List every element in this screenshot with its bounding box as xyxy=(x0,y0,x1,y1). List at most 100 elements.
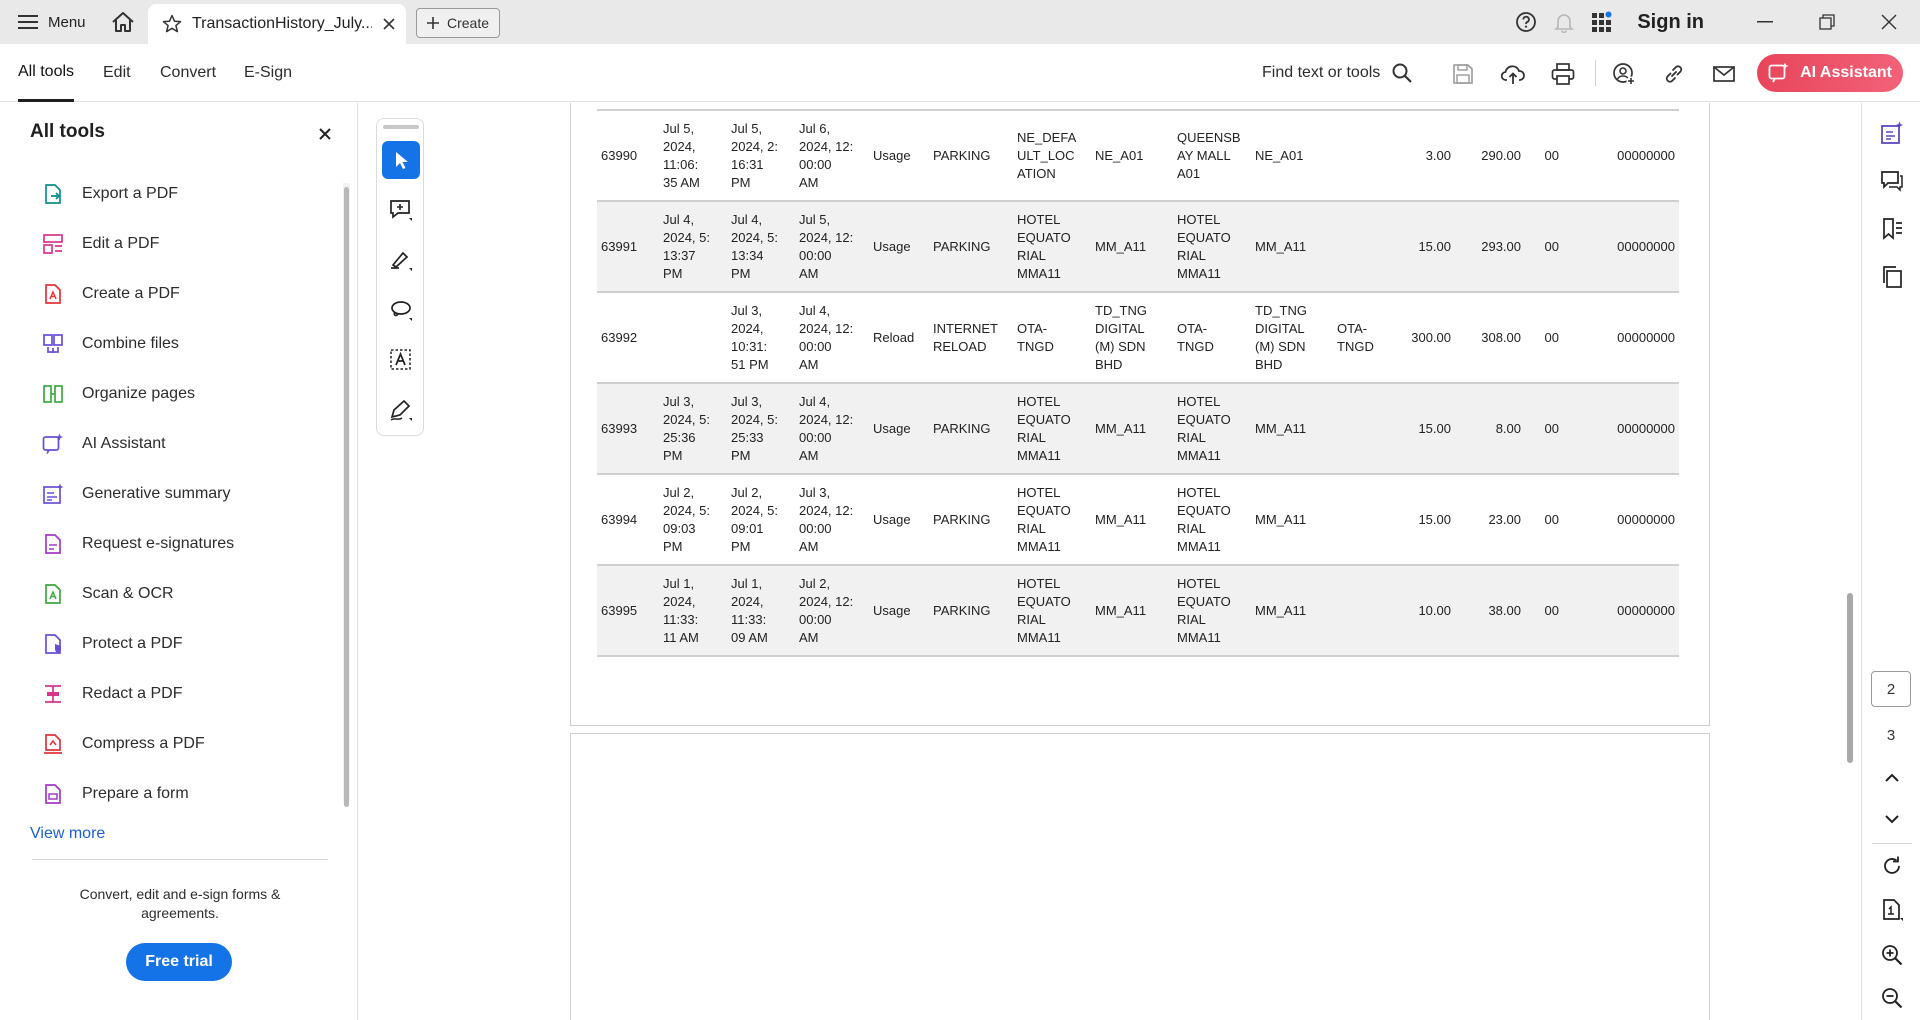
close-tab-icon[interactable] xyxy=(382,17,396,31)
tab-edit[interactable]: Edit xyxy=(103,44,131,102)
tool-request-esignatures[interactable]: Request e-signatures xyxy=(0,519,340,569)
quick-tools-bar xyxy=(376,118,424,436)
tool-edit-pdf[interactable]: Edit a PDF xyxy=(0,219,340,269)
free-trial-button[interactable]: Free trial xyxy=(126,943,232,981)
tool-label: Generative summary xyxy=(82,485,231,502)
tool-generative-summary[interactable]: Generative summary xyxy=(0,469,340,519)
table-cell: HOTEL EQUATO RIAL MMA11 xyxy=(1177,575,1231,645)
table-cell xyxy=(659,292,727,383)
ai-assistant-icon xyxy=(1768,62,1789,83)
restore-button[interactable] xyxy=(1796,0,1858,44)
restore-icon xyxy=(1819,14,1835,30)
scan-ocr-icon xyxy=(42,583,64,605)
select-tool-button[interactable] xyxy=(382,141,420,179)
close-panel-button[interactable] xyxy=(316,125,334,143)
previous-page-button[interactable] xyxy=(1878,764,1906,792)
sign-in-link[interactable]: Sign in xyxy=(1637,11,1704,34)
table-cell: Jul 3, 2024, 12: 00:00 AM xyxy=(799,484,854,554)
create-pdf-icon xyxy=(42,283,64,305)
zoom-out-button[interactable] xyxy=(1878,984,1906,1012)
document-tab[interactable]: TransactionHistory_July... xyxy=(148,4,406,44)
tab-all-tools[interactable]: All tools xyxy=(18,44,75,102)
table-cell: Jul 6, 2024, 12: 00:00 AM xyxy=(799,120,854,190)
comments-panel-button[interactable] xyxy=(1878,167,1906,195)
highlight-tool-button[interactable] xyxy=(382,241,420,279)
print-button[interactable] xyxy=(1547,58,1579,90)
tool-combine-files[interactable]: Combine files xyxy=(0,319,340,369)
view-more-link[interactable]: View more xyxy=(30,825,105,843)
email-button[interactable] xyxy=(1708,58,1740,90)
summary-panel-button[interactable] xyxy=(1878,119,1906,147)
tool-organize-pages[interactable]: Organize pages xyxy=(0,369,340,419)
table-cell: Usage xyxy=(873,420,911,436)
tab-esign[interactable]: E-Sign xyxy=(244,44,292,102)
help-button[interactable] xyxy=(1507,0,1545,44)
apps-button[interactable] xyxy=(1583,0,1621,44)
table-cell xyxy=(1333,383,1397,474)
table-cell: Jul 2, 2024, 5: 09:03 PM xyxy=(663,484,710,554)
share-user-button[interactable] xyxy=(1608,58,1640,90)
find-text-tools[interactable]: Find text or tools xyxy=(1262,44,1413,102)
next-page-button[interactable] xyxy=(1878,805,1906,833)
create-button[interactable]: Create xyxy=(416,8,500,38)
upload-cloud-button[interactable] xyxy=(1497,58,1529,90)
tool-create-pdf[interactable]: Create a PDF xyxy=(0,269,340,319)
rotate-button[interactable] xyxy=(1878,852,1906,880)
minimize-button[interactable] xyxy=(1734,0,1796,44)
request-esign-icon xyxy=(42,533,64,555)
organize-pages-icon xyxy=(42,383,64,405)
tab-convert[interactable]: Convert xyxy=(160,44,216,102)
sign-tool-button[interactable] xyxy=(382,391,420,429)
draw-tool-button[interactable] xyxy=(382,291,420,329)
toolbar-divider xyxy=(1595,60,1596,86)
tool-redact-pdf[interactable]: Redact a PDF xyxy=(0,669,340,719)
document-tab-title: TransactionHistory_July... xyxy=(192,15,372,32)
tool-label: Prepare a form xyxy=(82,785,189,802)
home-button[interactable] xyxy=(106,8,140,36)
bookmarks-panel-button[interactable] xyxy=(1878,215,1906,243)
comments-icon xyxy=(1881,171,1903,192)
save-button[interactable] xyxy=(1447,58,1479,90)
table-cell: PARKING xyxy=(933,420,991,436)
tool-scan-ocr[interactable]: Scan & OCR xyxy=(0,569,340,619)
current-page-number[interactable]: 2 xyxy=(1871,671,1911,707)
tool-export-pdf[interactable]: Export a PDF xyxy=(0,169,340,219)
tool-label: Compress a PDF xyxy=(82,735,205,752)
text-tool-button[interactable] xyxy=(382,341,420,379)
notifications-button[interactable] xyxy=(1545,0,1583,44)
pages-panel-button[interactable] xyxy=(1878,263,1906,291)
ai-assistant-button[interactable]: AI Assistant xyxy=(1757,54,1903,92)
tool-prepare-form[interactable]: Prepare a form xyxy=(0,769,340,819)
page-fit-button[interactable] xyxy=(1878,896,1906,924)
tool-compress-pdf[interactable]: Compress a PDF xyxy=(0,719,340,769)
tools-scrollbar[interactable] xyxy=(343,183,350,807)
tool-ai-assistant[interactable]: AI Assistant xyxy=(0,419,340,469)
minimize-icon xyxy=(1757,21,1773,23)
tool-label: Create a PDF xyxy=(82,285,180,302)
table-cell: HOTEL EQUATO RIAL MMA11 xyxy=(1017,484,1071,554)
table-cell: 63990 xyxy=(601,147,638,163)
next-page-number[interactable]: 3 xyxy=(1871,717,1911,753)
all-tools-panel: All tools Export a PDF Edit a PDF Create… xyxy=(0,103,358,1020)
add-comment-button[interactable] xyxy=(382,191,420,229)
table-row: 63990 Jul 5, 2024, 11:06: 35 AM Jul 5, 202… xyxy=(597,110,1679,201)
zoom-in-button[interactable] xyxy=(1878,941,1906,969)
document-scrollbar[interactable] xyxy=(1845,103,1855,1020)
menu-button[interactable]: Menu xyxy=(12,8,92,36)
tools-scrollbar-thumb[interactable] xyxy=(344,187,349,807)
close-window-button[interactable] xyxy=(1858,0,1920,44)
table-cell: PARKING xyxy=(933,147,991,163)
bookmark-list-icon xyxy=(1883,218,1902,240)
copy-link-button[interactable] xyxy=(1658,58,1690,90)
star-icon[interactable] xyxy=(162,14,182,34)
tool-protect-pdf[interactable]: Protect a PDF xyxy=(0,619,340,669)
table-cell: MM_A11 xyxy=(1255,602,1307,618)
apps-grid-icon xyxy=(1592,11,1612,32)
table-cell: Usage xyxy=(873,238,911,254)
document-scrollbar-thumb[interactable] xyxy=(1847,593,1853,763)
drag-handle[interactable] xyxy=(383,125,419,129)
table-cell: TD_TNG DIGITAL (M) SDN BHD xyxy=(1255,302,1307,372)
table-cell: MM_A11 xyxy=(1095,602,1147,618)
rotate-icon xyxy=(1884,856,1900,874)
add-user-icon xyxy=(1613,63,1636,86)
